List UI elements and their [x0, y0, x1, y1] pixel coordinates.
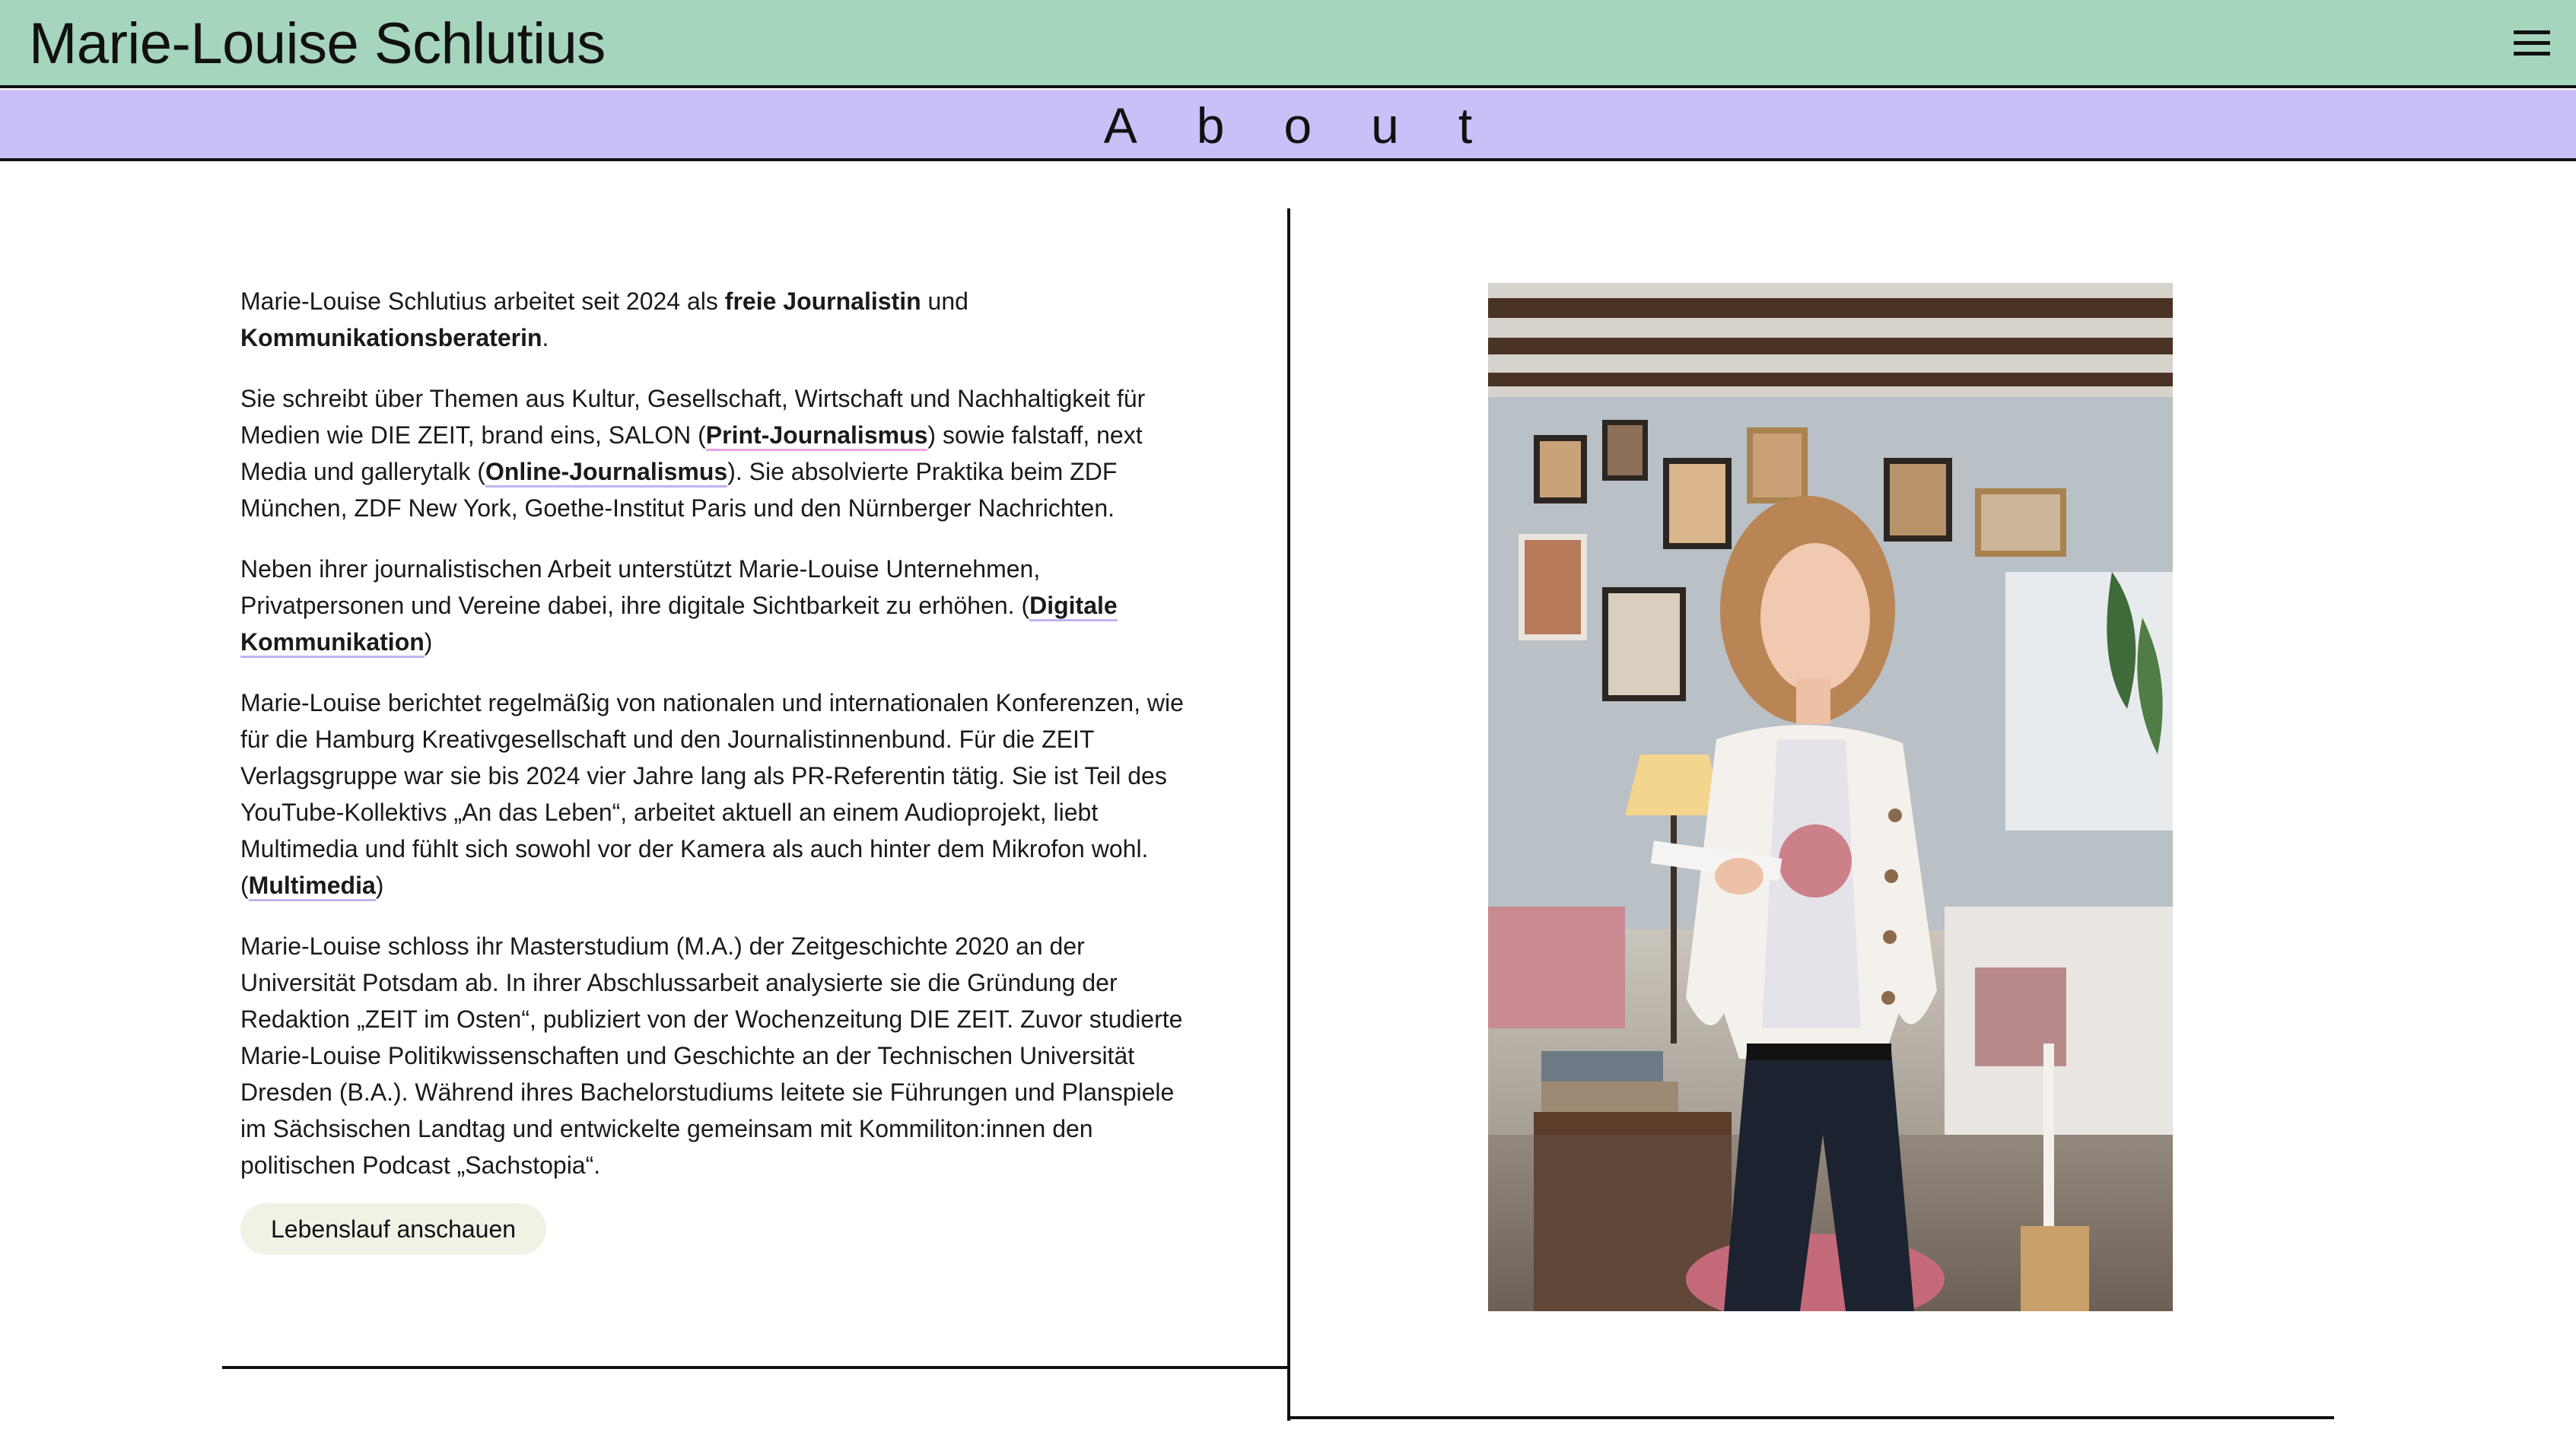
- right-bottom-rule: [1287, 1416, 2334, 1419]
- column-divider: [1287, 208, 1290, 1421]
- portrait-photo-illustration: [1488, 283, 2173, 1311]
- about-paragraph-topics: Sie schreibt über Themen aus Kultur, Ges…: [240, 385, 1146, 522]
- link-online-journalismus[interactable]: Online-Journalismus: [485, 458, 728, 488]
- site-header: Marie-Louise Schlutius: [0, 0, 2576, 88]
- about-paragraph-education: Marie-Louise schloss ihr Masterstudium (…: [240, 932, 1183, 1179]
- page-title-banner: About: [0, 90, 2576, 161]
- about-paragraph-conferences: Marie-Louise berichtet regelmäßig von na…: [240, 685, 1199, 904]
- role-consultant: Kommunikationsberaterin: [240, 324, 542, 351]
- about-paragraph-digital: Neben ihrer journalistischen Arbeit unte…: [240, 551, 1199, 660]
- about-text: Marie-Louise Schlutius arbeitet seit 202…: [240, 283, 1199, 1255]
- left-bottom-rule: [222, 1366, 1290, 1369]
- page-title: About: [1103, 97, 1532, 154]
- portrait-photo: [1488, 283, 2173, 1311]
- link-multimedia[interactable]: Multimedia: [248, 872, 376, 901]
- hamburger-menu-icon[interactable]: [2514, 30, 2550, 61]
- cv-button[interactable]: Lebenslauf anschauen: [240, 1203, 547, 1255]
- role-journalist: freie Journalistin: [724, 287, 921, 315]
- link-print-journalismus[interactable]: Print-Journalismus: [705, 421, 928, 451]
- site-title[interactable]: Marie-Louise Schlutius: [29, 9, 606, 79]
- about-paragraph-intro: Marie-Louise Schlutius arbeitet seit 202…: [240, 287, 968, 351]
